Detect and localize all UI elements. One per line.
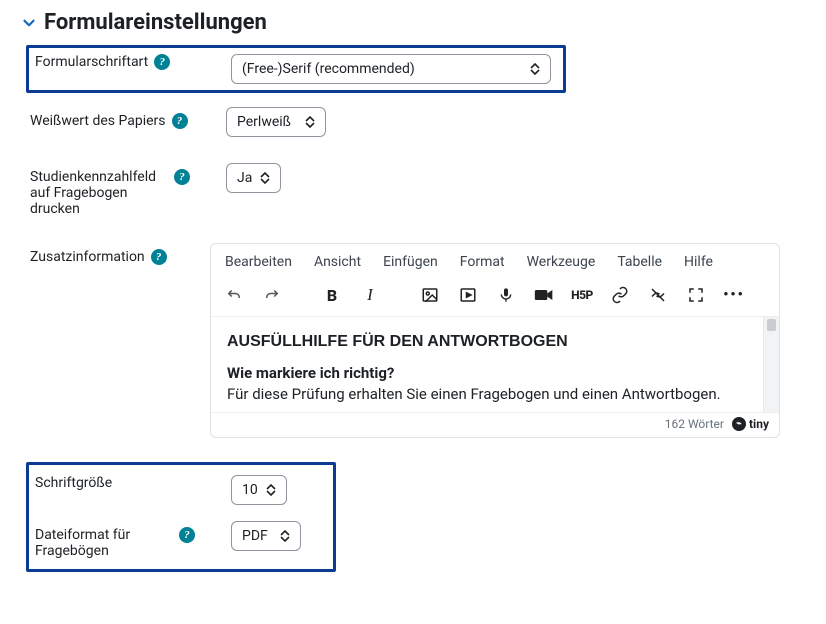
select-fontsize-value: 10	[242, 482, 258, 498]
select-studyid-value: Ja	[237, 170, 252, 186]
editor-menubar: Bearbeiten Ansicht Einfügen Format Werkz…	[211, 244, 779, 276]
chevron-updown-icon	[280, 530, 290, 542]
italic-button[interactable]: I	[359, 284, 381, 306]
redo-icon[interactable]	[261, 284, 283, 306]
menu-format[interactable]: Format	[460, 254, 505, 270]
rich-text-editor: Bearbeiten Ansicht Einfügen Format Werkz…	[210, 243, 780, 438]
link-icon[interactable]	[609, 284, 631, 306]
select-font-value: (Free-)Serif (recommended)	[242, 61, 415, 77]
help-icon[interactable]: ?	[174, 169, 190, 185]
chevron-updown-icon	[305, 116, 315, 128]
video-icon[interactable]	[533, 284, 555, 306]
select-whitepoint[interactable]: Perlweiß	[226, 107, 326, 137]
select-studyid[interactable]: Ja	[226, 163, 281, 193]
unlink-icon[interactable]	[647, 284, 669, 306]
help-icon[interactable]: ?	[172, 113, 188, 129]
select-fontsize[interactable]: 10	[231, 475, 287, 505]
microphone-icon[interactable]	[495, 284, 517, 306]
chevron-updown-icon	[530, 63, 540, 75]
menu-tools[interactable]: Werkzeuge	[527, 254, 596, 270]
menu-view[interactable]: Ansicht	[314, 254, 361, 270]
select-font[interactable]: (Free-)Serif (recommended)	[231, 54, 551, 84]
content-paragraph: Für diese Prüfung erhalten Sie einen Fra…	[227, 384, 763, 404]
menu-table[interactable]: Tabelle	[617, 254, 662, 270]
label-extra: Zusatzinformation	[30, 249, 145, 265]
h5p-button[interactable]: H5P	[571, 284, 593, 306]
chevron-updown-icon	[260, 172, 270, 184]
content-heading: AUSFÜLLHILFE FÜR DEN ANTWORTBOGEN	[227, 331, 763, 353]
chevron-updown-icon	[266, 484, 276, 496]
label-fontsize: Schriftgröße	[35, 475, 112, 491]
content-question: Wie markiere ich richtig?	[227, 363, 763, 383]
select-fileformat[interactable]: PDF	[231, 521, 301, 551]
fullscreen-icon[interactable]	[685, 284, 707, 306]
word-count: 162 Wörter	[665, 417, 724, 431]
media-icon[interactable]	[457, 284, 479, 306]
more-icon[interactable]: •••	[723, 284, 745, 306]
bold-button[interactable]: B	[321, 284, 343, 306]
label-font: Formularschriftart	[35, 54, 148, 70]
editor-toolbar: B I H5P	[211, 276, 779, 317]
undo-icon[interactable]	[223, 284, 245, 306]
menu-help[interactable]: Hilfe	[684, 254, 713, 270]
menu-edit[interactable]: Bearbeiten	[225, 254, 292, 270]
help-icon[interactable]: ?	[154, 54, 170, 70]
menu-insert[interactable]: Einfügen	[383, 254, 438, 270]
tiny-logo: ⌁ tiny	[732, 417, 769, 431]
section-title: Formulareinstellungen	[44, 10, 267, 35]
label-studyid: Studienkennzahlfeld auf Fragebogen druck…	[30, 169, 168, 217]
select-whitepoint-value: Perlweiß	[237, 114, 291, 130]
scrollbar[interactable]	[763, 317, 779, 412]
select-fileformat-value: PDF	[242, 528, 268, 544]
editor-content[interactable]: AUSFÜLLHILFE FÜR DEN ANTWORTBOGEN Wie ma…	[211, 317, 779, 412]
help-icon[interactable]: ?	[179, 527, 195, 543]
label-fileformat: Dateiformat für Fragebögen	[35, 527, 173, 559]
collapse-toggle[interactable]	[20, 14, 38, 32]
help-icon[interactable]: ?	[151, 249, 167, 265]
label-whitepoint: Weißwert des Papiers	[30, 113, 166, 129]
image-icon[interactable]	[419, 284, 441, 306]
